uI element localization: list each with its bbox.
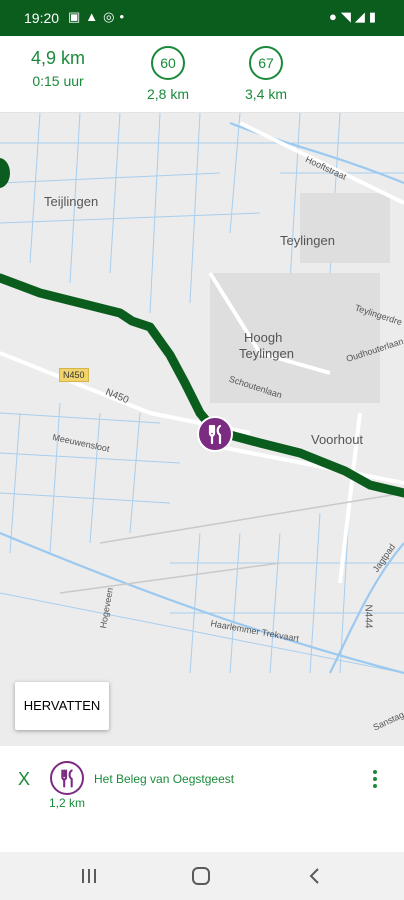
fork-knife-icon bbox=[208, 424, 222, 445]
route-node-67[interactable]: 67 bbox=[249, 46, 283, 80]
poi-icon-circle bbox=[50, 761, 84, 795]
status-left-icons: ▣▲◎• bbox=[68, 9, 129, 25]
map-label-hoogh: Hoogh bbox=[244, 330, 283, 345]
map-label-teylingen: Teylingen bbox=[280, 233, 335, 248]
recent-apps-icon[interactable] bbox=[79, 867, 99, 885]
status-right-icons: ●◥◢▮ bbox=[329, 9, 380, 25]
warning-icon: ▲ bbox=[85, 9, 104, 24]
road-label-n444: N444 bbox=[362, 604, 374, 629]
status-bar: 19:20 ▣▲◎• ●◥◢▮ bbox=[0, 0, 404, 36]
dot-icon: • bbox=[119, 9, 130, 24]
road-badge-n450: N450 bbox=[59, 368, 89, 382]
map-view[interactable]: Teijlingen Teylingen Hoogh Teylingen Voo… bbox=[0, 113, 404, 746]
more-vert-icon[interactable] bbox=[365, 768, 385, 792]
home-icon[interactable] bbox=[192, 867, 210, 885]
battery-icon: ▮ bbox=[368, 9, 380, 24]
close-button[interactable]: X bbox=[18, 769, 30, 790]
image-icon: ▣ bbox=[68, 9, 86, 24]
resume-button[interactable]: HERVATTEN bbox=[15, 682, 109, 730]
poi-distance: 1,2 km bbox=[48, 796, 85, 810]
system-nav-bar bbox=[0, 852, 404, 900]
route-node-distance: 3,4 km bbox=[244, 86, 287, 102]
wifi-icon: ◥ bbox=[340, 9, 355, 24]
poi-panel: X 1,2 km Het Beleg van Oegstgeest bbox=[0, 746, 404, 852]
sync-icon: ◎ bbox=[103, 9, 120, 24]
status-time: 19:20 bbox=[24, 10, 60, 26]
map-label-voorhout: Voorhout bbox=[311, 432, 364, 447]
poi-name-link[interactable]: Het Beleg van Oegstgeest bbox=[94, 772, 234, 786]
location-icon: ● bbox=[328, 9, 341, 24]
route-distance: 4,9 km bbox=[30, 48, 86, 68]
map-poi-restaurant-marker[interactable] bbox=[197, 416, 233, 452]
route-duration: 0:15 uur bbox=[32, 73, 84, 89]
fork-knife-icon bbox=[61, 769, 73, 788]
back-icon[interactable] bbox=[305, 866, 325, 886]
signal-icon: ◢ bbox=[354, 9, 369, 24]
route-node-distance: 2,8 km bbox=[146, 86, 189, 102]
map-label-teijlingen: Teijlingen bbox=[44, 194, 99, 209]
map-label-hoogh-teylingen: Teylingen bbox=[239, 346, 294, 361]
route-node-60[interactable]: 60 bbox=[151, 46, 185, 80]
